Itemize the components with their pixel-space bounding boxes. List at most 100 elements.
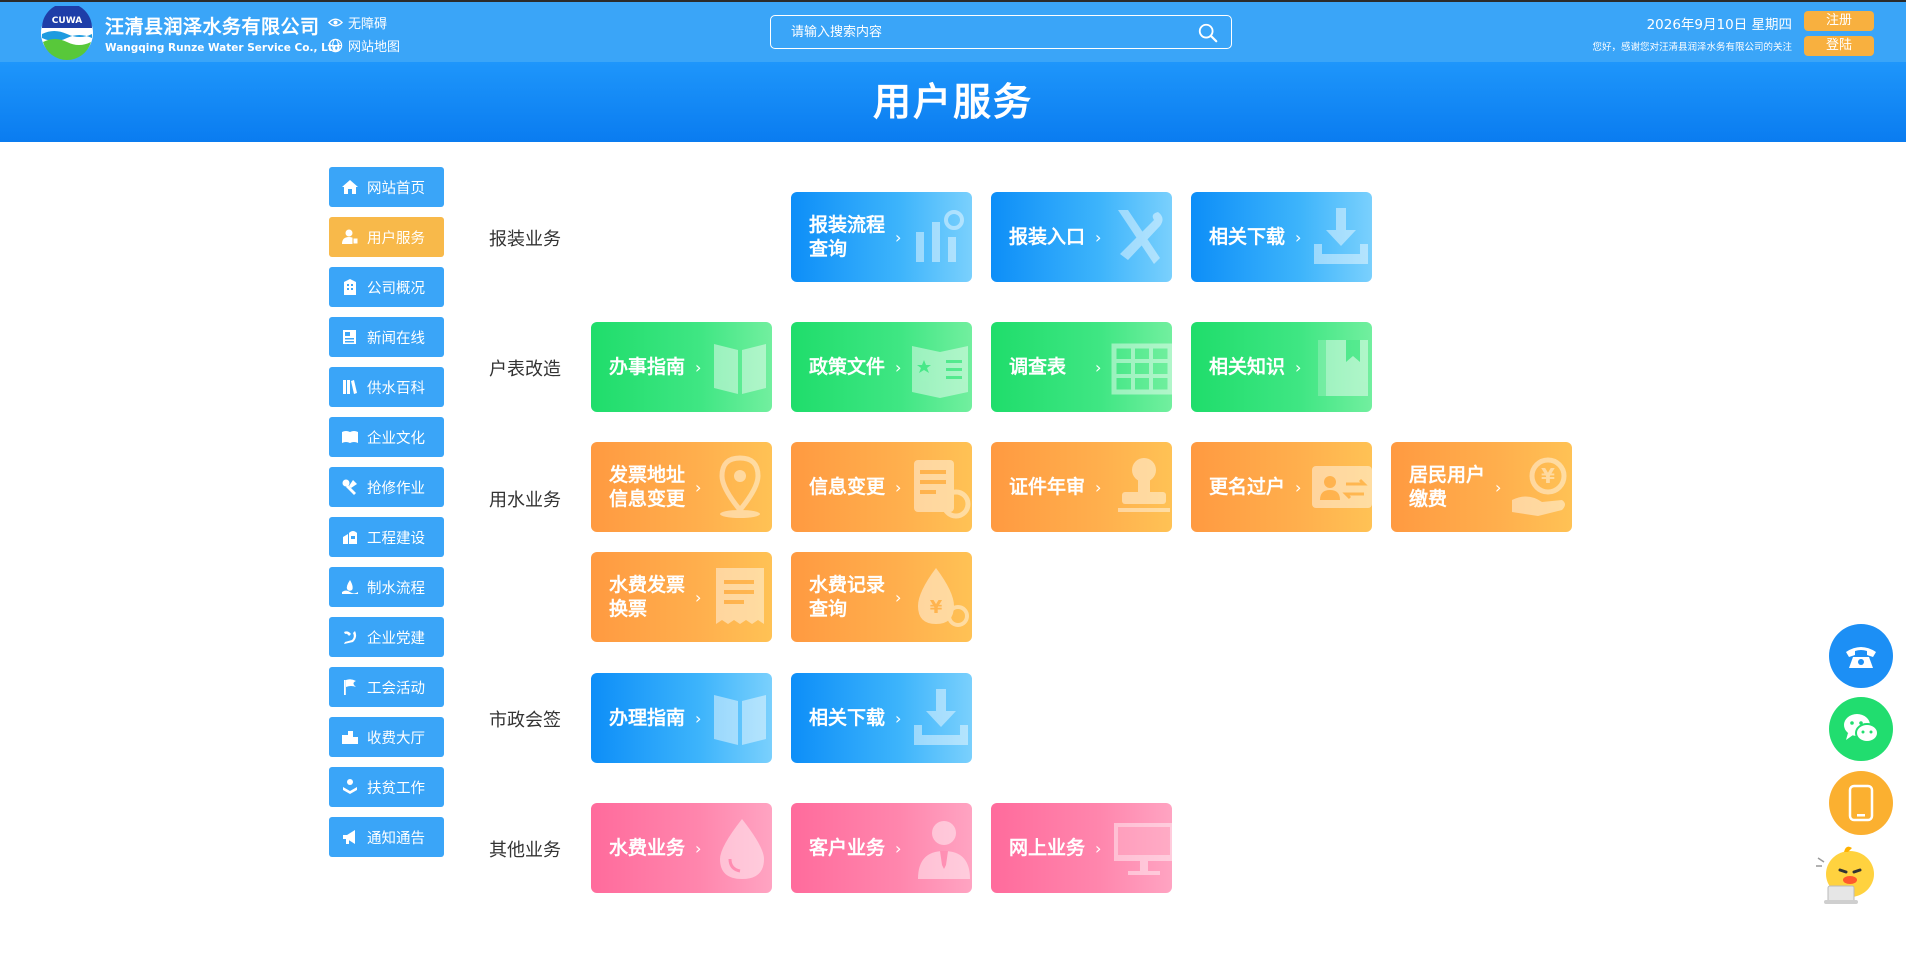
- section-label-installation: 报装业务: [489, 229, 561, 250]
- sidebar-item-news[interactable]: 新闻在线: [329, 317, 444, 357]
- card-certificate-review[interactable]: 证件年审 ›: [991, 442, 1172, 532]
- chevron-right-icon: ›: [695, 358, 702, 377]
- svg-text:¥: ¥: [930, 597, 943, 618]
- user-icon: [342, 229, 359, 245]
- page-title: 用户服务: [872, 80, 1033, 124]
- sitemap-link[interactable]: 网站地图: [328, 36, 400, 55]
- search-input[interactable]: [771, 16, 1171, 48]
- card-label: 信息变更: [809, 476, 886, 498]
- globe-icon: [328, 38, 343, 53]
- sidebar-item-corporate-culture[interactable]: 企业文化: [329, 417, 444, 457]
- sidebar-item-repair-work[interactable]: 抢修作业: [329, 467, 444, 507]
- mascot-duck-icon[interactable]: [1812, 836, 1884, 908]
- sidebar-item-union-activities[interactable]: 工会活动: [329, 667, 444, 707]
- sidebar-item-notices[interactable]: 通知通告: [329, 817, 444, 857]
- card-info-change[interactable]: 信息变更 ›: [791, 442, 972, 532]
- card-meter-policy[interactable]: 政策文件 ›: [791, 322, 972, 412]
- svg-text:CUWA: CUWA: [52, 16, 82, 26]
- chevron-right-icon: ›: [895, 358, 902, 377]
- sidebar-item-construction[interactable]: 工程建设: [329, 517, 444, 557]
- card-label: 调查表: [1009, 356, 1067, 378]
- card-water-fee-records[interactable]: 水费记录查询 › ¥: [791, 552, 972, 642]
- card-customer-service[interactable]: 客户业务 ›: [791, 803, 972, 893]
- card-label: 更名过户: [1209, 476, 1286, 498]
- card-label: 客户业务: [809, 837, 886, 859]
- wechat-float-button[interactable]: [1829, 697, 1893, 761]
- card-meter-knowledge[interactable]: 相关知识 ›: [1191, 322, 1372, 412]
- register-button[interactable]: 注册: [1804, 11, 1874, 31]
- card-install-process-query[interactable]: 报装流程查询 ›: [791, 192, 972, 282]
- card-water-invoice-exchange[interactable]: 水费发票换票 ›: [591, 552, 772, 642]
- login-button[interactable]: 登陆: [1804, 36, 1874, 56]
- card-meter-survey[interactable]: 调查表 ›: [991, 322, 1172, 412]
- card-install-downloads[interactable]: 相关下载 ›: [1191, 192, 1372, 282]
- flag-icon: [344, 679, 356, 695]
- sidebar-item-water-process[interactable]: 制水流程: [329, 567, 444, 607]
- sidebar-item-label: 网站首页: [367, 180, 425, 197]
- sidebar-item-company-overview[interactable]: 公司概况: [329, 267, 444, 307]
- party-icon: [344, 631, 357, 644]
- card-label: 网上业务: [1009, 837, 1086, 859]
- chevron-right-icon: ›: [895, 709, 902, 728]
- chevron-right-icon: ›: [895, 588, 902, 607]
- sidebar-item-label: 用户服务: [367, 230, 425, 247]
- chevron-right-icon: ›: [895, 839, 902, 858]
- top-bar: CUWA 汪清县润泽水务有限公司 Wangqing Runze Water Se…: [0, 0, 1906, 62]
- section-label-meter-renovation: 户表改造: [489, 359, 561, 380]
- open-book-icon: [342, 431, 358, 443]
- card-water-fee-service[interactable]: 水费业务 ›: [591, 803, 772, 893]
- water-process-icon: [342, 580, 358, 594]
- sidebar-item-party-building[interactable]: 企业党建: [329, 617, 444, 657]
- chevron-right-icon: ›: [695, 478, 702, 497]
- sidebar-item-label: 企业文化: [367, 430, 425, 447]
- tools-icon: [1118, 210, 1163, 264]
- chevron-right-icon: ›: [895, 228, 902, 247]
- card-meter-guide[interactable]: 办事指南 ›: [591, 322, 772, 412]
- chevron-right-icon: ›: [1295, 358, 1302, 377]
- sidebar-item-label: 抢修作业: [367, 480, 425, 497]
- phone-icon: [1846, 647, 1876, 668]
- knowledge-book-icon: [1318, 340, 1368, 396]
- location-pin-icon: [719, 455, 761, 518]
- news-icon: [343, 330, 356, 344]
- sidebar-item-user-service[interactable]: 用户服务: [329, 217, 444, 257]
- sidebar-item-poverty-alleviation[interactable]: 扶贫工作: [329, 767, 444, 807]
- chevron-right-icon: ›: [1095, 839, 1102, 858]
- card-install-entry[interactable]: 报装入口 ›: [991, 192, 1172, 282]
- company-name[interactable]: 汪清县润泽水务有限公司 Wangqing Runze Water Service…: [105, 12, 340, 54]
- repair-icon: [342, 479, 357, 495]
- accessibility-link[interactable]: 无障碍: [328, 13, 387, 32]
- sidebar-item-label: 工会活动: [367, 680, 425, 697]
- company-logo[interactable]: CUWA: [38, 6, 96, 60]
- card-online-service[interactable]: 网上业务 ›: [991, 803, 1172, 893]
- current-date: 2026年9月10日 星期四: [1646, 17, 1792, 33]
- company-name-en: Wangqing Runze Water Service Co., Ltd: [105, 42, 341, 54]
- card-municipal-downloads[interactable]: 相关下载 ›: [791, 673, 972, 763]
- card-resident-payment[interactable]: 居民用户缴费 › ¥: [1391, 442, 1572, 532]
- card-invoice-address-change[interactable]: 发票地址信息变更 ›: [591, 442, 772, 532]
- card-label: 水费业务: [609, 837, 686, 859]
- home-icon: [342, 180, 358, 194]
- mobile-icon: [1848, 784, 1874, 822]
- chevron-right-icon: ›: [1495, 478, 1502, 497]
- books-icon: [343, 380, 357, 394]
- card-label: 相关知识: [1209, 356, 1286, 378]
- sidebar-item-home[interactable]: 网站首页: [329, 167, 444, 207]
- phone-float-button[interactable]: [1829, 624, 1893, 688]
- sidebar-item-payment-hall[interactable]: 收费大厅: [329, 717, 444, 757]
- sidebar-item-label: 供水百科: [367, 380, 425, 397]
- flow-chart-icon: [916, 210, 964, 262]
- sidebar-item-label: 公司概况: [367, 280, 425, 297]
- mobile-float-button[interactable]: [1829, 771, 1893, 835]
- search-icon[interactable]: [1197, 22, 1219, 44]
- doc-refresh-icon: [914, 460, 971, 519]
- svg-text:¥: ¥: [1541, 464, 1555, 488]
- sidebar-item-water-encyclopedia[interactable]: 供水百科: [329, 367, 444, 407]
- card-label: 办理指南: [609, 707, 686, 729]
- monitor-icon: [1114, 823, 1172, 875]
- card-municipal-guide[interactable]: 办理指南 ›: [591, 673, 772, 763]
- chevron-right-icon: ›: [695, 588, 702, 607]
- card-label: 发票地址信息变更: [609, 464, 686, 510]
- chevron-right-icon: ›: [1295, 478, 1302, 497]
- card-rename-transfer[interactable]: 更名过户 ›: [1191, 442, 1372, 532]
